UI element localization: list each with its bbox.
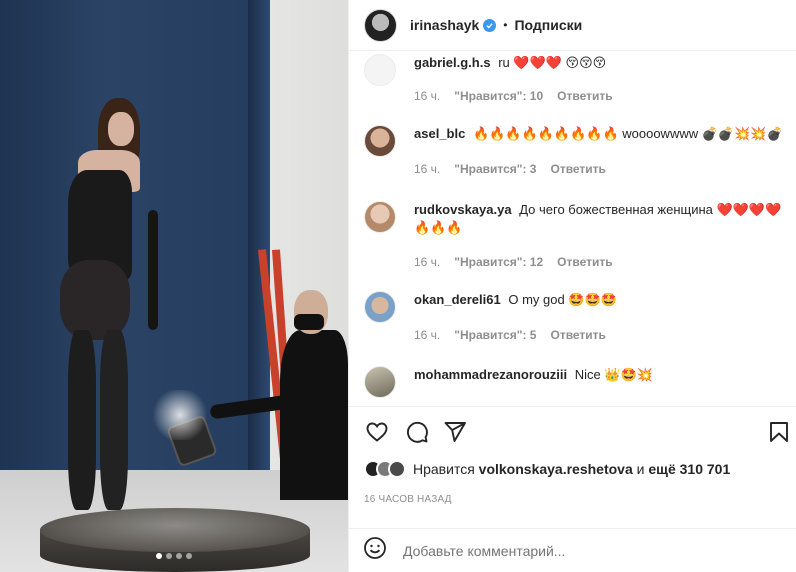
post-header: irinashayk • Подписки [349, 0, 796, 51]
comment-reply-button[interactable]: Ответить [557, 89, 612, 103]
heart-icon[interactable] [363, 418, 391, 446]
comment-meta: 16 ч. "Нравится": 12 Ответить [414, 255, 613, 269]
carousel-dot[interactable] [156, 553, 162, 559]
verified-icon [483, 18, 497, 32]
comment-body: gabriel.g.h.s ru ❤️❤️❤️ 😚😚😚 [414, 54, 794, 72]
comment-text: O my god 🤩🤩🤩 [508, 292, 617, 307]
comment-avatar[interactable] [364, 366, 396, 398]
model-hips [60, 260, 130, 340]
post-sidebar: irinashayk • Подписки gabriel.g.h.s ru ❤… [348, 0, 796, 572]
comment-body: rudkovskaya.ya До чего божественная женщ… [414, 201, 794, 237]
comment-body: mohammadrezanorouziii Nice 👑🤩💥 [414, 366, 794, 384]
post-time[interactable]: 16 ЧАСОВ НАЗАД [364, 494, 452, 505]
comment-avatar[interactable] [364, 125, 396, 157]
comment-meta: 16 ч. "Нравится": 10 Ответить [414, 89, 613, 103]
liked-by-username[interactable]: volkonskaya.reshetova [479, 461, 633, 477]
bookmark-icon[interactable] [765, 418, 793, 446]
comment-meta: 16 ч. "Нравится": 5 Ответить [414, 328, 606, 342]
comment-input[interactable] [403, 542, 733, 559]
comment-username[interactable]: rudkovskaya.ya [414, 202, 512, 217]
likes-and: и [636, 461, 645, 477]
comment-avatar[interactable] [364, 201, 396, 233]
platform [40, 508, 310, 552]
share-icon[interactable] [441, 418, 469, 446]
comment-body: asel_blc 🔥🔥🔥🔥🔥🔥🔥🔥🔥 woooowwww 💣💣💥💥💣 [414, 125, 794, 143]
comment-meta: 16 ч. "Нравится": 3 Ответить [414, 162, 606, 176]
carousel-dots [0, 553, 348, 559]
comment-likes[interactable]: "Нравится": 3 [454, 162, 536, 176]
comment-item: asel_blc 🔥🔥🔥🔥🔥🔥🔥🔥🔥 woooowwww 💣💣💥💥💣 16 ч.… [364, 125, 784, 189]
likes-count[interactable]: ещё 310 701 [648, 461, 730, 477]
model-face [108, 112, 134, 146]
comment-username[interactable]: gabriel.g.h.s [414, 55, 491, 70]
comment-reply-button[interactable]: Ответить [550, 328, 605, 342]
comment-text: 🔥🔥🔥🔥🔥🔥🔥🔥🔥 woooowwww 💣💣💥💥💣 [472, 126, 783, 141]
comment-icon[interactable] [403, 418, 431, 446]
comment-item: okan_dereli61 O my god 🤩🤩🤩 16 ч. "Нравит… [364, 291, 784, 355]
comment-item: rudkovskaya.ya До чего божественная женщ… [364, 201, 784, 281]
divider [349, 406, 796, 407]
model-leg-right [100, 330, 128, 510]
likes-prefix: Нравится [413, 461, 475, 477]
author-username[interactable]: irinashayk [410, 17, 479, 33]
likes-summary: Нравится volkonskaya.reshetova и ещё 310… [364, 460, 730, 478]
comment-likes[interactable]: "Нравится": 12 [454, 255, 543, 269]
assistant-mask [294, 314, 324, 330]
comment-time[interactable]: 16 ч. [414, 162, 440, 176]
model-leg-left [68, 330, 96, 510]
comment-username[interactable]: mohammadrezanorouziii [414, 367, 567, 382]
model-arm [148, 210, 158, 330]
author-avatar[interactable] [364, 8, 397, 42]
follow-button[interactable]: Подписки [514, 17, 582, 33]
comment-text: ru ❤️❤️❤️ 😚😚😚 [498, 55, 607, 70]
comment-reply-button[interactable]: Ответить [550, 162, 605, 176]
carousel-dot[interactable] [176, 553, 182, 559]
comment-body: okan_dereli61 O my god 🤩🤩🤩 [414, 291, 794, 309]
separator-dot: • [503, 18, 508, 32]
backdrop [0, 0, 270, 520]
carousel-dot[interactable] [166, 553, 172, 559]
fog [150, 390, 210, 440]
comments-list[interactable]: gabriel.g.h.s ru ❤️❤️❤️ 😚😚😚 16 ч. "Нрави… [349, 51, 796, 406]
action-bar [363, 418, 793, 450]
assistant-body [280, 330, 348, 500]
comment-username[interactable]: okan_dereli61 [414, 292, 501, 307]
comment-likes[interactable]: "Нравится": 5 [454, 328, 536, 342]
carousel-dot[interactable] [186, 553, 192, 559]
comment-reply-button[interactable]: Ответить [557, 255, 612, 269]
comment-time[interactable]: 16 ч. [414, 255, 440, 269]
comment-item: gabriel.g.h.s ru ❤️❤️❤️ 😚😚😚 16 ч. "Нрави… [364, 54, 784, 118]
comment-item: mohammadrezanorouziii Nice 👑🤩💥 [364, 366, 784, 406]
add-comment-bar [349, 528, 796, 572]
comment-text: Nice 👑🤩💥 [574, 367, 653, 382]
liker-avatar[interactable] [388, 460, 406, 478]
post-image[interactable] [0, 0, 348, 572]
comment-avatar[interactable] [364, 291, 396, 323]
comment-username[interactable]: asel_blc [414, 126, 465, 141]
likes-text: Нравится volkonskaya.reshetova и ещё 310… [413, 461, 730, 477]
comment-avatar[interactable] [364, 54, 396, 86]
emoji-icon[interactable] [363, 536, 387, 565]
comment-time[interactable]: 16 ч. [414, 328, 440, 342]
comment-likes[interactable]: "Нравится": 10 [454, 89, 543, 103]
comment-time[interactable]: 16 ч. [414, 89, 440, 103]
